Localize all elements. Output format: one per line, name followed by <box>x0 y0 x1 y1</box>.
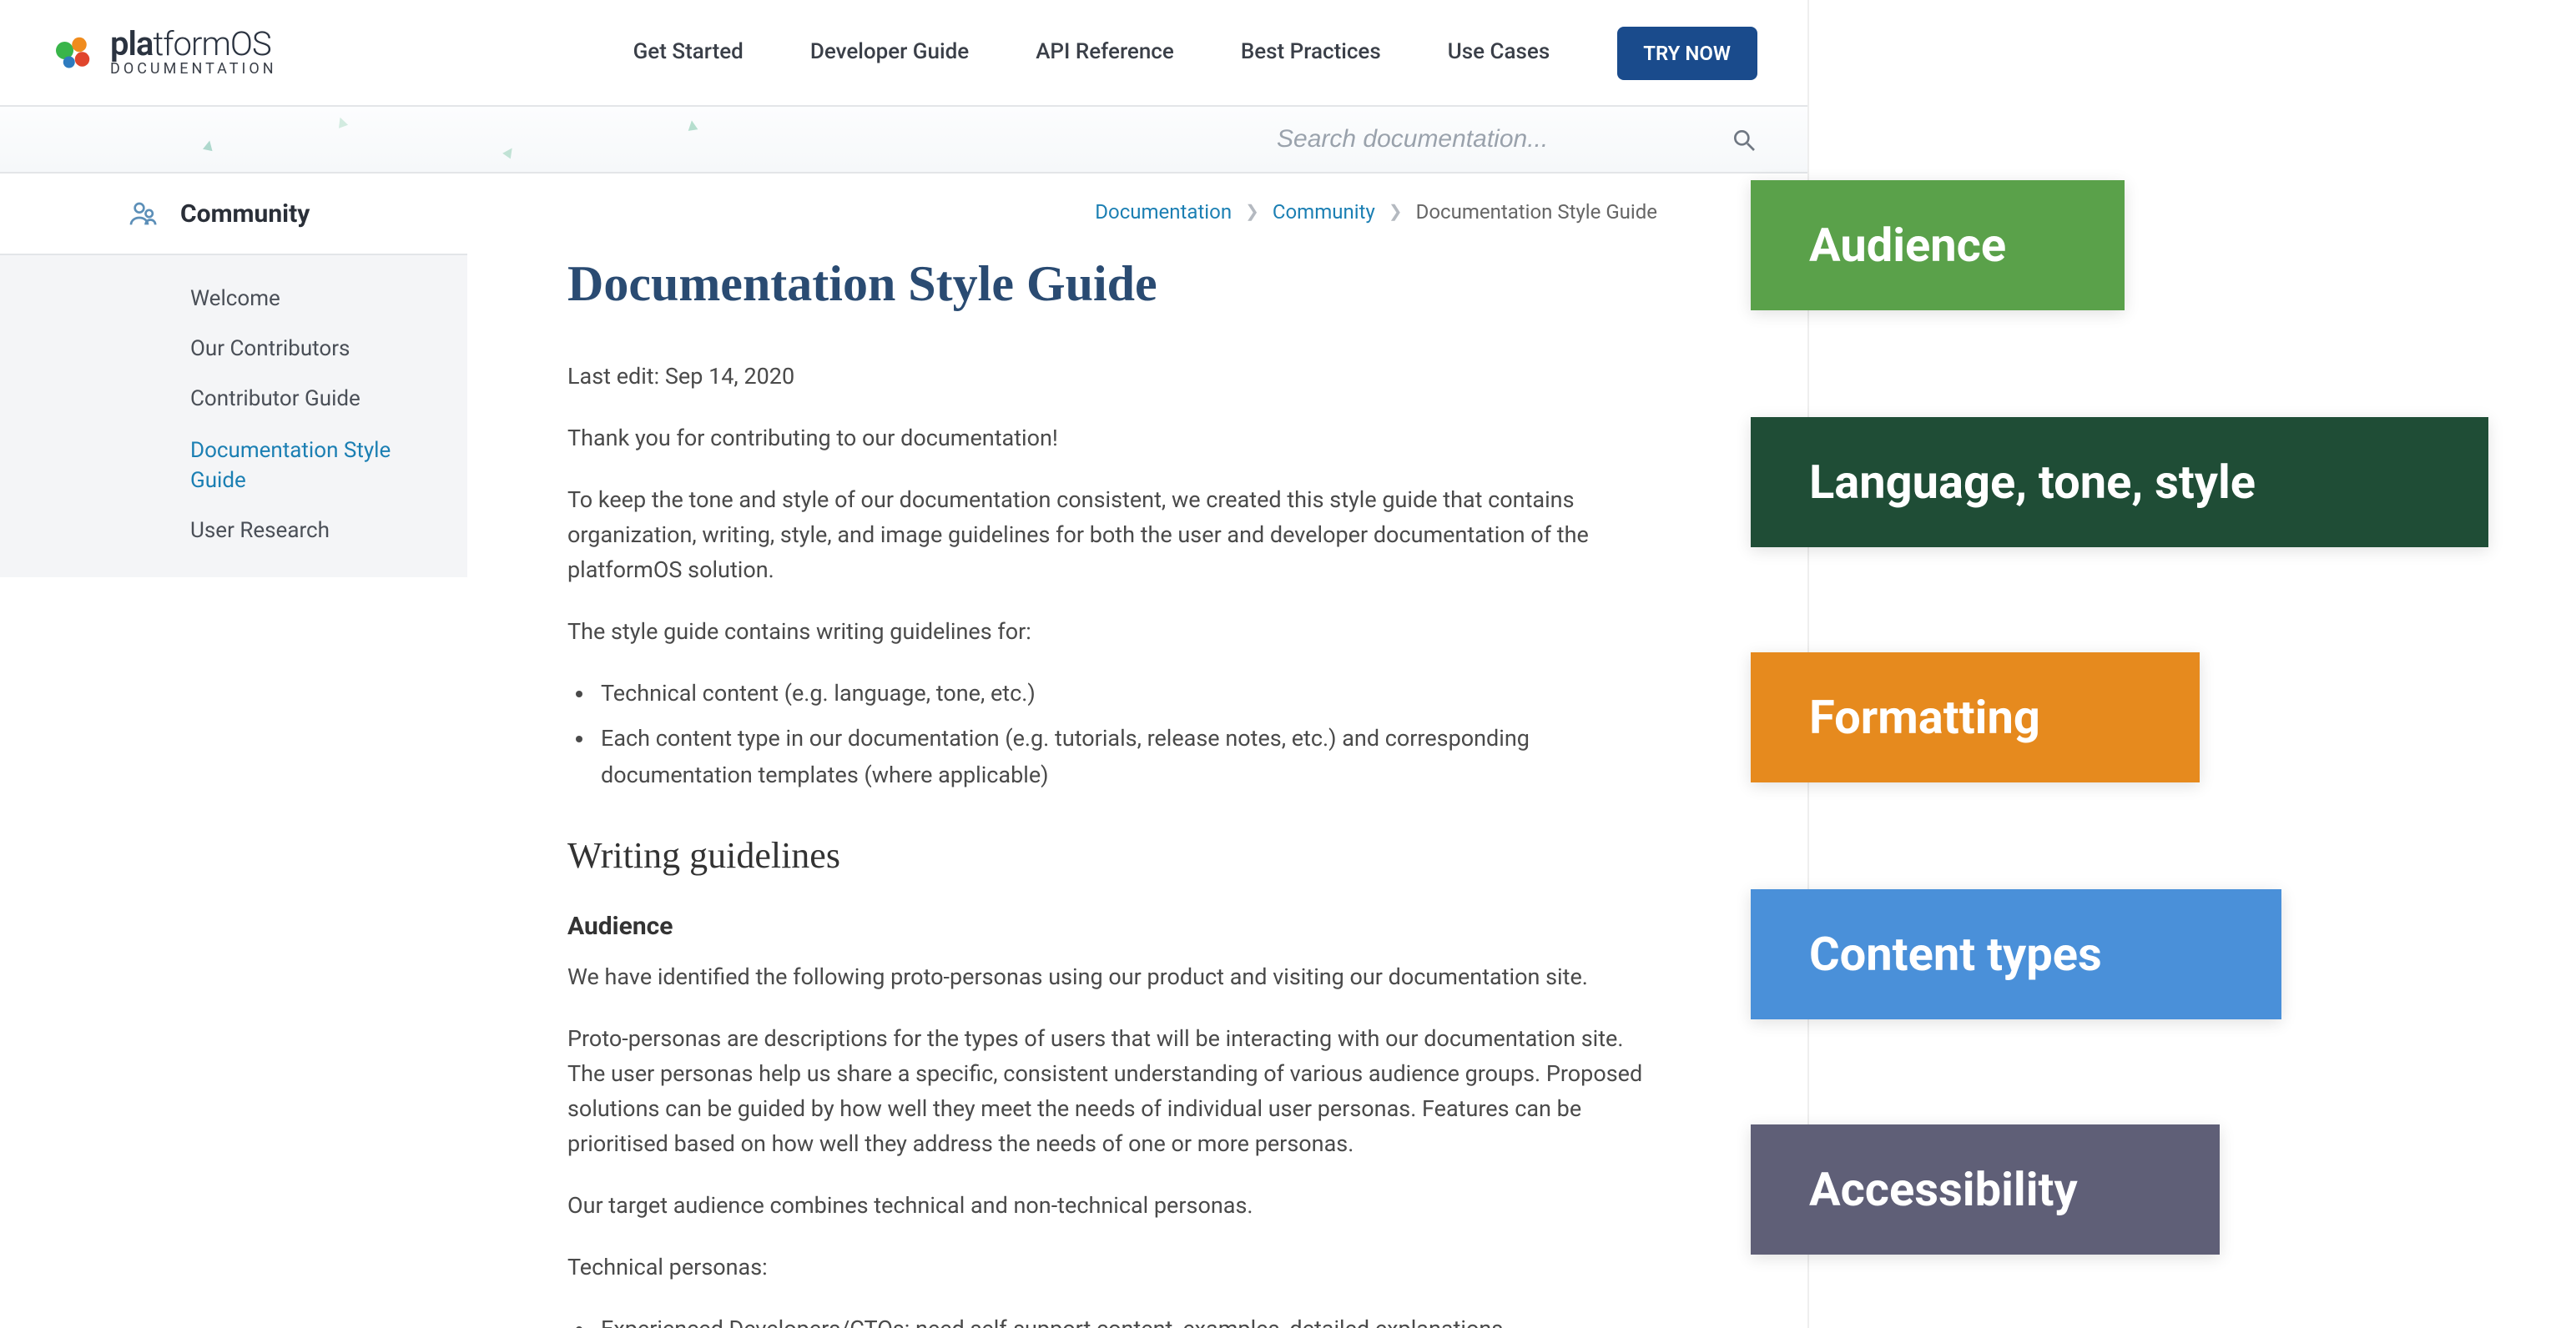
search-icon[interactable] <box>1731 126 1757 153</box>
breadcrumb: Documentation ❯ Community ❯ Documentatio… <box>467 174 1807 224</box>
page-body: Community Welcome Our Contributors Contr… <box>0 174 1807 1328</box>
callout-box: Formatting <box>1751 652 2200 782</box>
audience-p3: Our target audience combines technical a… <box>567 1190 1657 1225</box>
sidebar-section-header: Community <box>0 174 467 255</box>
try-now-button[interactable]: TRY NOW <box>1616 26 1757 79</box>
logo-subtitle: DOCUMENTATION <box>110 63 277 78</box>
list-item: Experienced Developers/CTOs: need self-s… <box>601 1313 1657 1328</box>
page-title: Documentation Style Guide <box>567 257 1657 314</box>
docs-app: platformOS DOCUMENTATION Get Started Dev… <box>0 0 1809 1328</box>
crumb-current: Documentation Style Guide <box>1416 200 1657 224</box>
site-header: platformOS DOCUMENTATION Get Started Dev… <box>0 0 1807 107</box>
intro-paragraph: Thank you for contributing to our docume… <box>567 422 1657 457</box>
article: Documentation Style Guide Last edit: Sep… <box>467 224 1807 1328</box>
callout-overlay: Audience Language, tone, style Formatting C… <box>1751 0 2576 1328</box>
search-bar: ▲ ▲ ▲ ▲ <box>0 107 1807 174</box>
audience-p1: We have identified the following proto-p… <box>567 962 1657 997</box>
heading-writing-guidelines: Writing guidelines <box>567 835 1657 878</box>
callout-box: Accessibility <box>1751 1124 2220 1255</box>
chevron-right-icon: ❯ <box>1245 203 1259 221</box>
sidebar-section-title: Community <box>180 199 310 229</box>
crumb-section[interactable]: Community <box>1273 200 1375 224</box>
crumb-root[interactable]: Documentation <box>1095 200 1232 224</box>
primary-nav: Get Started Developer Guide API Referenc… <box>633 26 1757 79</box>
sidebar: Community Welcome Our Contributors Contr… <box>0 174 467 1328</box>
sidebar-item-contributor-guide[interactable]: Contributor Guide <box>190 376 434 426</box>
list-item: Each content type in our documentation (… <box>601 722 1657 794</box>
purpose-paragraph: To keep the tone and style of our docume… <box>567 484 1657 589</box>
nav-best-practices[interactable]: Best Practices <box>1241 40 1381 65</box>
sidebar-item-welcome[interactable]: Welcome <box>190 275 434 325</box>
technical-personas-list: Experienced Developers/CTOs: need self-s… <box>567 1313 1657 1328</box>
chevron-right-icon: ❯ <box>1389 203 1403 221</box>
callout-label: Language, tone, style <box>1809 455 2256 510</box>
sidebar-item-our-contributors[interactable]: Our Contributors <box>190 325 434 375</box>
callout-label: Formatting <box>1809 690 2040 745</box>
search-input[interactable] <box>1273 123 1707 155</box>
audience-p2: Proto-personas are descriptions for the … <box>567 1023 1657 1162</box>
callout-box: Language, tone, style <box>1751 417 2488 547</box>
community-icon <box>127 197 160 230</box>
main-content: Documentation ❯ Community ❯ Documentatio… <box>467 174 1807 1328</box>
callout-label: Audience <box>1809 218 2006 273</box>
last-edit-stamp: Last edit: Sep 14, 2020 <box>567 360 1657 395</box>
callout-box: Content types <box>1751 889 2281 1019</box>
sidebar-item-user-research[interactable]: User Research <box>190 507 434 557</box>
sidebar-item-style-guide[interactable]: Documentation Style Guide <box>190 426 434 507</box>
sidebar-nav: Welcome Our Contributors Contributor Gui… <box>0 255 467 577</box>
logo[interactable]: platformOS DOCUMENTATION <box>50 27 277 78</box>
callout-label: Content types <box>1809 927 2102 982</box>
nav-developer-guide[interactable]: Developer Guide <box>810 40 969 65</box>
callout-label: Accessibility <box>1809 1162 2078 1217</box>
contains-list: Technical content (e.g. language, tone, … <box>567 677 1657 795</box>
heading-audience: Audience <box>567 912 1657 942</box>
contains-paragraph: The style guide contains writing guideli… <box>567 615 1657 650</box>
nav-get-started[interactable]: Get Started <box>633 40 744 65</box>
logo-wordmark: platformOS <box>110 27 277 60</box>
nav-use-cases[interactable]: Use Cases <box>1448 40 1550 65</box>
nav-api-reference[interactable]: API Reference <box>1036 40 1174 65</box>
list-item: Technical content (e.g. language, tone, … <box>601 677 1657 712</box>
logo-mark-icon <box>50 29 97 76</box>
technical-personas-label: Technical personas: <box>567 1251 1657 1286</box>
